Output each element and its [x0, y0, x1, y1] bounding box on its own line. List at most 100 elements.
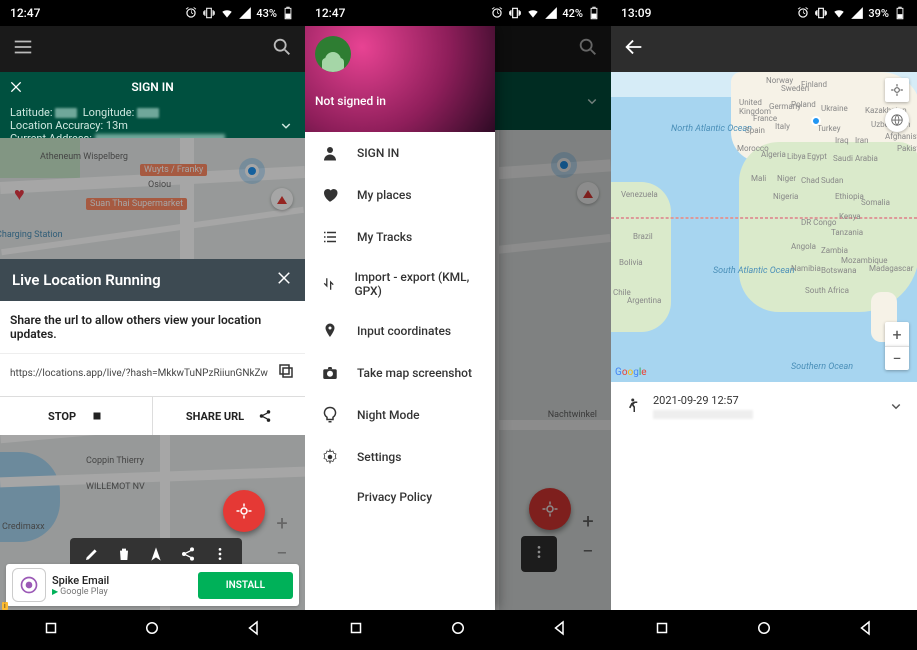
app-bar — [0, 26, 305, 72]
track-info: 2021-09-29 12:57 — [653, 394, 875, 419]
search-icon[interactable] — [271, 36, 293, 62]
nav-back-icon[interactable] — [551, 619, 569, 641]
drawer-item-privacy[interactable]: Privacy Policy — [305, 478, 495, 516]
drawer-item-import-export[interactable]: Import - export (KML, GPX) — [305, 258, 495, 310]
country-label: Finland — [801, 80, 827, 89]
country-label: Kenya — [839, 212, 861, 221]
poi-credimaxx: Credimaxx — [2, 522, 45, 532]
share-url-button[interactable]: SHARE URL — [153, 397, 305, 435]
avatar-icon — [315, 36, 351, 72]
stop-button[interactable]: STOP — [0, 397, 153, 435]
hamburger-icon[interactable] — [12, 36, 34, 62]
signin-title: SIGN IN — [131, 80, 173, 94]
current-location-dot — [245, 164, 259, 178]
favorite-icon[interactable]: ♥ — [14, 184, 25, 205]
drawer-item-signin[interactable]: SIGN IN — [305, 132, 495, 174]
stop-icon — [90, 409, 104, 423]
phone-2: 12:47 42% Nachtwinkel + − — [305, 0, 611, 650]
nav-back-icon[interactable] — [245, 619, 263, 641]
battery-percent: 42% — [562, 7, 583, 20]
nav-home-icon[interactable] — [755, 619, 773, 641]
drawer-item-screenshot[interactable]: Take map screenshot — [305, 352, 495, 394]
drawer-item-settings[interactable]: Settings — [305, 436, 495, 478]
vibrate-icon — [814, 6, 828, 20]
drawer-label: Night Mode — [357, 408, 420, 422]
drawer-scrim[interactable] — [495, 26, 611, 610]
live-url: https://locations.app/live/?hash=MkkwTuN… — [10, 368, 269, 379]
poi-wuyts: Wuyts / Franky — [144, 165, 203, 175]
nav-home-icon[interactable] — [449, 619, 467, 641]
battery-icon — [281, 6, 295, 20]
drawer-label: SIGN IN — [357, 146, 399, 160]
drawer-item-coordinates[interactable]: Input coordinates — [305, 310, 495, 352]
share-icon[interactable] — [180, 546, 196, 566]
track-row[interactable]: 2021-09-29 12:57 — [611, 382, 917, 430]
country-label: Zambia — [821, 246, 848, 255]
country-label: France — [753, 114, 777, 123]
nav-recent-icon[interactable] — [347, 619, 365, 641]
chevron-down-icon[interactable] — [887, 397, 905, 415]
country-label: Mali — [751, 174, 766, 183]
back-icon[interactable] — [623, 36, 645, 62]
nav-home-icon[interactable] — [143, 619, 161, 641]
drawer-item-nightmode[interactable]: Night Mode — [305, 394, 495, 436]
nav-bar — [305, 610, 611, 650]
close-icon[interactable] — [275, 269, 293, 291]
navigate-icon[interactable] — [148, 546, 164, 566]
lon-value — [137, 108, 159, 118]
lat-value — [55, 108, 77, 118]
country-label: Botswana — [821, 266, 856, 275]
ad-install-button[interactable]: INSTALL — [198, 572, 293, 599]
country-label: Nigeria — [773, 192, 798, 201]
wifi-icon — [526, 6, 540, 20]
signin-bar[interactable]: SIGN IN — [0, 72, 305, 102]
more-icon[interactable] — [212, 546, 228, 566]
drawer-label: Input coordinates — [357, 324, 451, 338]
ad-banner[interactable]: i Spike Email Google Play INSTALL — [6, 564, 299, 606]
ad-text: Spike Email Google Play — [52, 574, 198, 597]
drawer-item-mytracks[interactable]: My Tracks — [305, 216, 495, 258]
pin-icon — [321, 322, 339, 340]
transfer-icon — [321, 275, 336, 293]
country-label: South Africa — [805, 286, 849, 295]
delete-icon[interactable] — [116, 546, 132, 566]
copy-icon[interactable] — [277, 362, 295, 384]
country-label: DR Congo — [801, 218, 836, 227]
zoom-in-button[interactable]: + — [269, 510, 295, 536]
alarm-icon — [796, 6, 810, 20]
poi-coppin: Coppin Thierry — [86, 456, 144, 466]
live-actions: STOP SHARE URL — [0, 396, 305, 435]
zoom-out-button[interactable]: − — [269, 540, 295, 566]
wifi-icon — [832, 6, 846, 20]
zoom-in-button[interactable]: + — [885, 322, 909, 346]
country-label: Pakistan — [897, 144, 917, 153]
edit-icon[interactable] — [84, 546, 100, 566]
zoom-out-button[interactable]: − — [885, 346, 909, 370]
chevron-down-icon[interactable] — [277, 116, 295, 137]
globe-button[interactable] — [885, 108, 909, 132]
map-attribution: Google — [615, 367, 647, 378]
drawer-label: Take map screenshot — [357, 366, 472, 380]
status-time: 12:47 — [10, 6, 40, 20]
country-label: Poland — [791, 100, 816, 109]
poi-willemot: WILLEMOT NV — [86, 482, 145, 492]
nav-recent-icon[interactable] — [42, 619, 60, 641]
close-icon[interactable] — [8, 79, 24, 95]
drawer-label: My Tracks — [357, 230, 412, 244]
camera-icon — [321, 364, 339, 382]
map-upper[interactable]: Atheneum Wispelberg Wuyts / Franky Osiou… — [0, 138, 305, 260]
ad-title: Spike Email — [52, 574, 198, 587]
poi-suan: Suan Thai Supermarket — [90, 199, 183, 209]
status-indicators: 43% — [184, 6, 295, 20]
drawer-item-myplaces[interactable]: My places — [305, 174, 495, 216]
world-map[interactable]: North Atlantic Ocean South Atlantic Ocea… — [611, 72, 917, 382]
app-bar — [611, 26, 917, 72]
country-label: Sudan — [821, 176, 843, 185]
locate-button[interactable] — [885, 78, 909, 102]
nav-recent-icon[interactable] — [653, 619, 671, 641]
compass-icon[interactable] — [271, 188, 293, 210]
country-label: Libya — [787, 152, 806, 161]
locate-fab[interactable] — [223, 490, 265, 532]
country-label: Ukraine — [821, 104, 848, 113]
country-label: Egypt — [807, 152, 827, 161]
